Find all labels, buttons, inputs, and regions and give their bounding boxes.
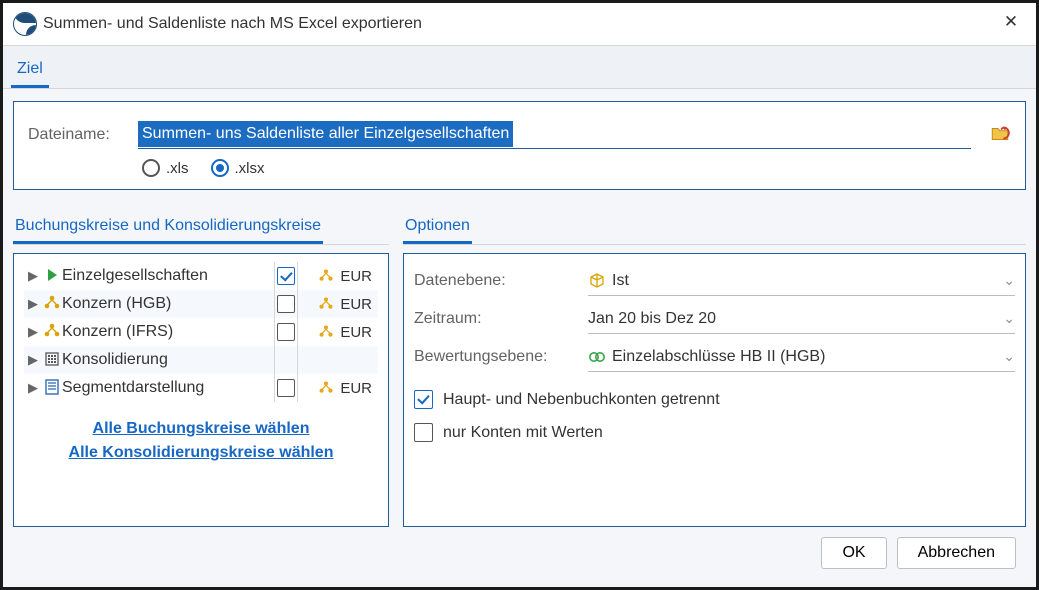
chevron-down-icon: ⌄ — [1003, 272, 1015, 289]
hub-icon — [43, 294, 61, 312]
tree-row[interactable]: ▶ Segmentdarstellung EUR — [24, 374, 378, 402]
chevron-down-icon: ⌄ — [1003, 310, 1015, 327]
hub-icon — [318, 296, 334, 312]
dropdown-valuation[interactable]: Einzelabschlüsse HB II (HGB) ⌄ — [588, 343, 1015, 372]
filename-panel: Dateiname: Summen- uns Saldenliste aller… — [13, 101, 1026, 190]
browse-button[interactable] — [989, 124, 1011, 146]
tree-node-icon — [42, 350, 62, 371]
checkbox-split-accounts[interactable]: Haupt- und Nebenbuchkonten getrennt — [414, 390, 1015, 409]
value-valuation: Einzelabschlüsse HB II (HGB) — [612, 348, 825, 366]
label-only-with-values: nur Konten mit Werten — [443, 424, 603, 442]
section-header-left: Buchungskreise und Konsolidierungskreise — [13, 204, 389, 245]
cube-icon — [588, 272, 606, 290]
tree-currency: EUR — [340, 380, 372, 397]
options-panel: Datenebene: Ist ⌄ Zeitraum: Jan 20 bis D… — [403, 253, 1026, 527]
tree-node-label: Segmentdarstellung — [62, 379, 274, 397]
tree-expander[interactable]: ▶ — [24, 352, 42, 368]
checkbox-icon[interactable] — [277, 295, 295, 313]
window-title: Summen- und Saldenliste nach MS Excel ex… — [43, 15, 996, 33]
tree-node-label: Einzelgesellschaften — [62, 267, 274, 285]
label-valuation: Bewertungsebene: — [414, 348, 588, 366]
title-bar: Summen- und Saldenliste nach MS Excel ex… — [3, 3, 1036, 46]
value-period: Jan 20 bis Dez 20 — [588, 310, 716, 328]
tree-currency: EUR — [340, 324, 372, 341]
top-tabstrip: Ziel — [3, 46, 1036, 89]
tree-node-icon — [42, 294, 62, 315]
link-select-all-kk[interactable]: Alle Konsolidierungskreise wählen — [24, 444, 378, 462]
checkbox-icon[interactable] — [277, 323, 295, 341]
tree-node-icon — [42, 378, 62, 399]
tree-expander[interactable]: ▶ — [24, 324, 42, 340]
radio-xls[interactable]: .xls — [142, 159, 189, 177]
close-button[interactable]: ✕ — [996, 9, 1026, 39]
app-logo-icon — [13, 12, 37, 36]
filename-input[interactable]: Summen- uns Saldenliste aller Einzelgese… — [138, 120, 971, 149]
radio-dot-icon — [211, 159, 229, 177]
link-select-all-bk[interactable]: Alle Buchungskreise wählen — [24, 420, 378, 438]
circles-icon — [588, 348, 606, 366]
dropdown-data-level[interactable]: Ist ⌄ — [588, 267, 1015, 296]
tree-expander[interactable]: ▶ — [24, 268, 42, 284]
hub-icon — [318, 324, 334, 340]
label-split-accounts: Haupt- und Nebenbuchkonten getrennt — [443, 391, 720, 409]
tab-ziel[interactable]: Ziel — [11, 54, 49, 88]
checkbox-only-with-values[interactable]: nur Konten mit Werten — [414, 423, 1015, 442]
label-period: Zeitraum: — [414, 310, 588, 328]
play-icon — [44, 267, 60, 283]
radio-xlsx-label: .xlsx — [235, 160, 265, 177]
cancel-button[interactable]: Abbrechen — [897, 537, 1016, 569]
tree-row[interactable]: ▶ Einzelgesellschaften EUR — [24, 262, 378, 290]
tree-row[interactable]: ▶ Konzern (HGB) EUR — [24, 290, 378, 318]
hub-icon — [318, 268, 334, 284]
tree-row[interactable]: ▶ Konzern (IFRS) EUR — [24, 318, 378, 346]
section-tab-bk[interactable]: Buchungskreise und Konsolidierungskreise — [13, 213, 323, 244]
folder-open-icon — [989, 124, 1011, 144]
radio-dot-icon — [142, 159, 160, 177]
hub-icon — [43, 322, 61, 340]
hub-icon — [318, 380, 334, 396]
chevron-down-icon: ⌄ — [1003, 348, 1015, 365]
section-tab-options[interactable]: Optionen — [403, 213, 472, 244]
building-icon — [43, 350, 61, 368]
filename-label: Dateiname: — [28, 126, 128, 144]
checkbox-icon[interactable] — [277, 379, 295, 397]
segment-icon — [43, 378, 61, 396]
tree-currency: EUR — [340, 268, 372, 285]
filename-selection: Summen- uns Saldenliste aller Einzelgese… — [138, 121, 513, 147]
tree-row[interactable]: ▶ Konsolidierung — [24, 346, 378, 374]
tree-node-label: Konzern (IFRS) — [62, 323, 274, 341]
value-data-level: Ist — [612, 272, 629, 290]
tree-node-label: Konsolidierung — [62, 351, 274, 369]
radio-xls-label: .xls — [166, 160, 189, 177]
tree-currency: EUR — [340, 296, 372, 313]
dropdown-period[interactable]: Jan 20 bis Dez 20 ⌄ — [588, 305, 1015, 334]
radio-xlsx[interactable]: .xlsx — [211, 159, 265, 177]
checkbox-icon — [414, 390, 433, 409]
tree-node-icon — [42, 267, 62, 286]
tree-node-label: Konzern (HGB) — [62, 295, 274, 313]
label-data-level: Datenebene: — [414, 272, 588, 290]
ok-button[interactable]: OK — [821, 537, 886, 569]
section-header-right: Optionen — [403, 204, 1026, 245]
tree-expander[interactable]: ▶ — [24, 380, 42, 396]
tree-panel: ▶ Einzelgesellschaften EUR ▶ Konzern (HGB) EU… — [13, 253, 389, 527]
tree-node-icon — [42, 322, 62, 343]
checkbox-icon[interactable] — [277, 267, 295, 285]
checkbox-icon — [414, 423, 433, 442]
dialog-footer: OK Abbrechen — [13, 527, 1026, 579]
tree-expander[interactable]: ▶ — [24, 296, 42, 312]
